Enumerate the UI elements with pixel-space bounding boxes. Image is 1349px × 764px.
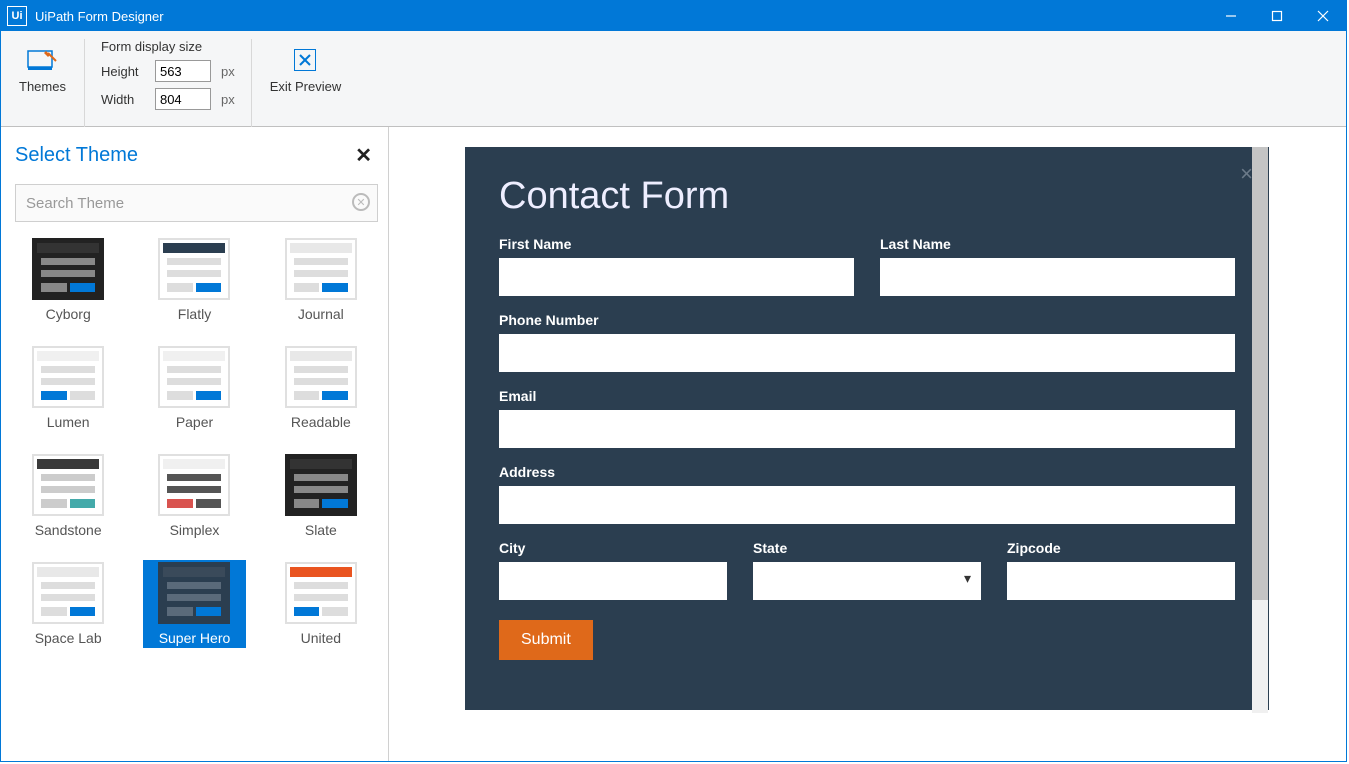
theme-item-super-hero[interactable]: Super Hero bbox=[143, 560, 245, 648]
theme-item-united[interactable]: United bbox=[270, 560, 372, 648]
state-label: State bbox=[753, 540, 981, 556]
city-input[interactable] bbox=[499, 562, 727, 600]
themes-label: Themes bbox=[19, 79, 66, 94]
theme-name: Cyborg bbox=[46, 306, 91, 322]
address-label: Address bbox=[499, 464, 1235, 480]
theme-item-space-lab[interactable]: Space Lab bbox=[17, 560, 119, 648]
px-unit: px bbox=[221, 64, 235, 79]
height-label: Height bbox=[101, 64, 145, 79]
theme-item-cyborg[interactable]: Cyborg bbox=[17, 236, 119, 324]
maximize-icon bbox=[1271, 10, 1283, 22]
clear-search-icon[interactable]: ✕ bbox=[352, 193, 370, 211]
minimize-button[interactable] bbox=[1208, 1, 1254, 31]
form-size-heading: Form display size bbox=[101, 39, 235, 54]
width-label: Width bbox=[101, 92, 145, 107]
zipcode-label: Zipcode bbox=[1007, 540, 1235, 556]
exit-preview-label: Exit Preview bbox=[270, 79, 342, 94]
last-name-input[interactable] bbox=[880, 258, 1235, 296]
window-controls bbox=[1208, 1, 1346, 31]
themes-button[interactable]: Themes bbox=[19, 39, 66, 94]
theme-item-flatly[interactable]: Flatly bbox=[143, 236, 245, 324]
sidebar-title: Select Theme bbox=[15, 144, 138, 167]
exit-preview-button[interactable]: Exit Preview bbox=[252, 39, 360, 94]
phone-label: Phone Number bbox=[499, 312, 1235, 328]
city-label: City bbox=[499, 540, 727, 556]
state-select[interactable] bbox=[753, 562, 981, 600]
themes-section: Themes bbox=[1, 39, 85, 127]
theme-name: Simplex bbox=[170, 522, 220, 538]
theme-name: Super Hero bbox=[159, 630, 231, 646]
submit-button[interactable]: Submit bbox=[499, 620, 593, 660]
themes-icon bbox=[26, 49, 58, 73]
form-size-section: Form display size Height px Width px bbox=[85, 39, 252, 127]
window-title: UiPath Form Designer bbox=[35, 9, 1208, 24]
theme-name: Lumen bbox=[47, 414, 90, 430]
toolbar: Themes Form display size Height px Width… bbox=[1, 31, 1346, 127]
maximize-button[interactable] bbox=[1254, 1, 1300, 31]
form-preview: × Contact Form First Name Last Name Phon… bbox=[465, 147, 1269, 710]
theme-name: Readable bbox=[291, 414, 351, 430]
theme-grid: Cyborg Flatly Journal Lumen Paper Readab… bbox=[15, 232, 374, 658]
theme-list-scroll[interactable]: Cyborg Flatly Journal Lumen Paper Readab… bbox=[15, 232, 378, 751]
theme-name: Space Lab bbox=[35, 630, 102, 646]
theme-name: Journal bbox=[298, 306, 344, 322]
main-area: Select Theme ✕ ✕ Cyborg Flatly Journal L… bbox=[1, 127, 1346, 761]
height-input[interactable] bbox=[155, 60, 211, 82]
zipcode-input[interactable] bbox=[1007, 562, 1235, 600]
theme-name: Flatly bbox=[178, 306, 211, 322]
close-icon bbox=[1317, 10, 1329, 22]
theme-name: United bbox=[301, 630, 341, 646]
search-theme-input[interactable] bbox=[15, 184, 378, 222]
address-input[interactable] bbox=[499, 486, 1235, 524]
theme-item-slate[interactable]: Slate bbox=[270, 452, 372, 540]
px-unit: px bbox=[221, 92, 235, 107]
theme-sidebar: Select Theme ✕ ✕ Cyborg Flatly Journal L… bbox=[1, 127, 389, 761]
theme-item-journal[interactable]: Journal bbox=[270, 236, 372, 324]
phone-input[interactable] bbox=[499, 334, 1235, 372]
minimize-icon bbox=[1225, 10, 1237, 22]
sidebar-close-icon[interactable]: ✕ bbox=[355, 143, 372, 168]
uipath-logo-icon: Ui bbox=[7, 6, 27, 26]
email-input[interactable] bbox=[499, 410, 1235, 448]
theme-item-lumen[interactable]: Lumen bbox=[17, 344, 119, 432]
close-button[interactable] bbox=[1300, 1, 1346, 31]
first-name-input[interactable] bbox=[499, 258, 854, 296]
theme-item-readable[interactable]: Readable bbox=[270, 344, 372, 432]
last-name-label: Last Name bbox=[880, 236, 1235, 252]
titlebar: Ui UiPath Form Designer bbox=[1, 1, 1346, 31]
theme-item-sandstone[interactable]: Sandstone bbox=[17, 452, 119, 540]
app-window: Ui UiPath Form Designer Them bbox=[0, 0, 1347, 762]
exit-preview-icon bbox=[294, 49, 316, 71]
preview-area: × Contact Form First Name Last Name Phon… bbox=[389, 127, 1346, 761]
theme-item-simplex[interactable]: Simplex bbox=[143, 452, 245, 540]
width-input[interactable] bbox=[155, 88, 211, 110]
email-label: Email bbox=[499, 388, 1235, 404]
form-title: Contact Form bbox=[499, 175, 1235, 218]
preview-scrollbar[interactable] bbox=[1252, 147, 1268, 713]
theme-item-paper[interactable]: Paper bbox=[143, 344, 245, 432]
theme-name: Slate bbox=[305, 522, 337, 538]
first-name-label: First Name bbox=[499, 236, 854, 252]
theme-name: Sandstone bbox=[35, 522, 102, 538]
theme-name: Paper bbox=[176, 414, 213, 430]
